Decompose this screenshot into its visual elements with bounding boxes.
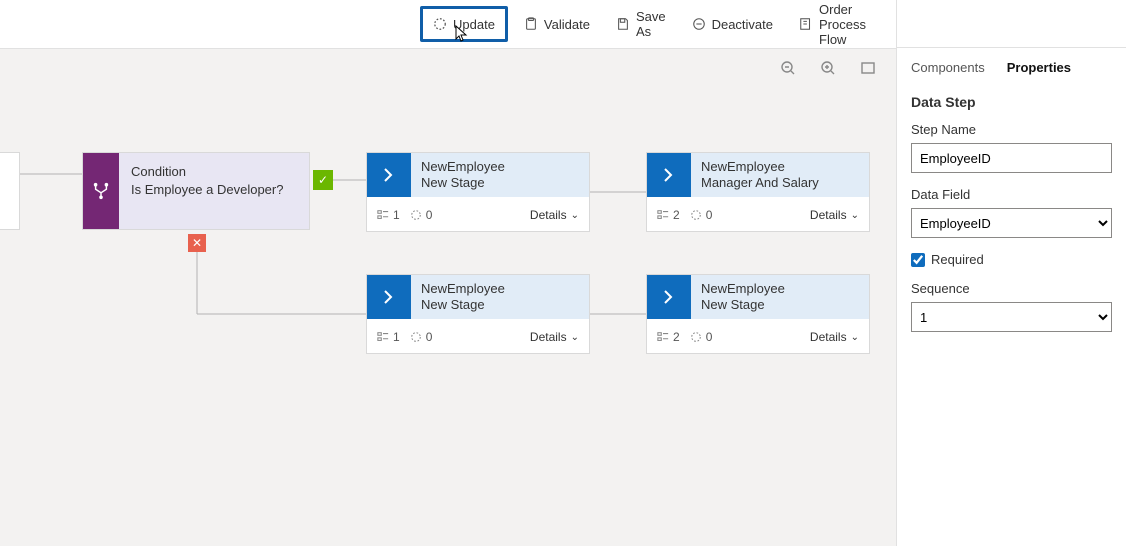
chevron-down-icon: ⌄ [571,332,579,343]
update-label: Update [453,17,495,32]
properties-panel: Components Properties Data Step Step Nam… [896,0,1126,546]
save-as-button[interactable]: Save As [606,8,676,40]
stage-subtitle: New Stage [421,175,579,191]
stage-subtitle: New Stage [701,297,859,313]
stage-subtitle: New Stage [421,297,579,313]
save-icon [616,17,630,31]
details-toggle[interactable]: Details ⌄ [810,208,859,222]
condition-icon [83,153,119,229]
save-as-label: Save As [636,9,666,39]
panel-tabs: Components Properties [911,48,1112,86]
sequence-label: Sequence [911,281,1112,296]
step-name-input[interactable] [911,143,1112,173]
steps-count: 1 [377,330,400,344]
details-toggle[interactable]: Details ⌄ [810,330,859,344]
stage-node-2[interactable]: NewEmployee Manager And Salary 2 0 Detai… [646,152,870,232]
stage-node-4[interactable]: NewEmployee New Stage 2 0 Details ⌄ [646,274,870,354]
stage-title: NewEmployee [701,281,859,297]
chevron-down-icon: ⌄ [571,210,579,221]
triggers-count: 0 [410,330,433,344]
stage-icon [367,275,411,319]
triggers-count: 0 [410,208,433,222]
tab-components[interactable]: Components [911,60,985,75]
deactivate-label: Deactivate [712,17,773,32]
stage-title: NewEmployee [421,281,579,297]
required-label: Required [931,252,984,267]
condition-pass-badge: ✓ [313,170,333,190]
condition-fail-badge: ✕ [188,234,206,252]
data-field-select[interactable]: EmployeeID [911,208,1112,238]
stage-subtitle: Manager And Salary [701,175,859,191]
condition-title: Condition [131,163,297,181]
order-icon [799,17,813,31]
deactivate-icon [692,17,706,31]
zoom-out-icon[interactable] [780,60,796,76]
steps-count: 1 [377,208,400,222]
details-toggle[interactable]: Details ⌄ [530,208,579,222]
condition-subtitle: Is Employee a Developer? [131,181,297,199]
fit-icon[interactable] [860,60,876,76]
canvas[interactable]: ls ⌄ Condition Is Employee a Developer? … [0,86,896,546]
stage-node-1[interactable]: NewEmployee New Stage 1 0 Details ⌄ [366,152,590,232]
steps-count: 2 [657,330,680,344]
stage-title: NewEmployee [701,159,859,175]
steps-count: 2 [657,208,680,222]
step-name-label: Step Name [911,122,1112,137]
condition-node[interactable]: Condition Is Employee a Developer? [82,152,310,230]
stage-title: NewEmployee [421,159,579,175]
stage-node-truncated[interactable] [0,152,20,230]
refresh-icon [433,17,447,31]
tab-properties[interactable]: Properties [1007,60,1071,75]
data-field-label: Data Field [911,187,1112,202]
details-toggle[interactable]: Details ⌄ [530,330,579,344]
required-checkbox[interactable] [911,253,925,267]
stage-icon [367,153,411,197]
clipboard-icon [524,17,538,31]
sequence-select[interactable]: 1 [911,302,1112,332]
stage-icon [647,275,691,319]
chevron-down-icon: ⌄ [851,210,859,221]
panel-heading: Data Step [911,94,1112,110]
chevron-down-icon: ⌄ [851,332,859,343]
triggers-count: 0 [690,330,713,344]
order-button[interactable]: Order Process Flow [789,8,898,40]
validate-button[interactable]: Validate [514,8,600,40]
zoom-in-icon[interactable] [820,60,836,76]
update-button[interactable]: Update [420,6,508,42]
triggers-count: 0 [690,208,713,222]
stage-node-3[interactable]: NewEmployee New Stage 1 0 Details ⌄ [366,274,590,354]
order-label: Order Process Flow [819,2,888,47]
validate-label: Validate [544,17,590,32]
stage-icon [647,153,691,197]
zoom-bar [0,48,896,86]
deactivate-button[interactable]: Deactivate [682,8,783,40]
